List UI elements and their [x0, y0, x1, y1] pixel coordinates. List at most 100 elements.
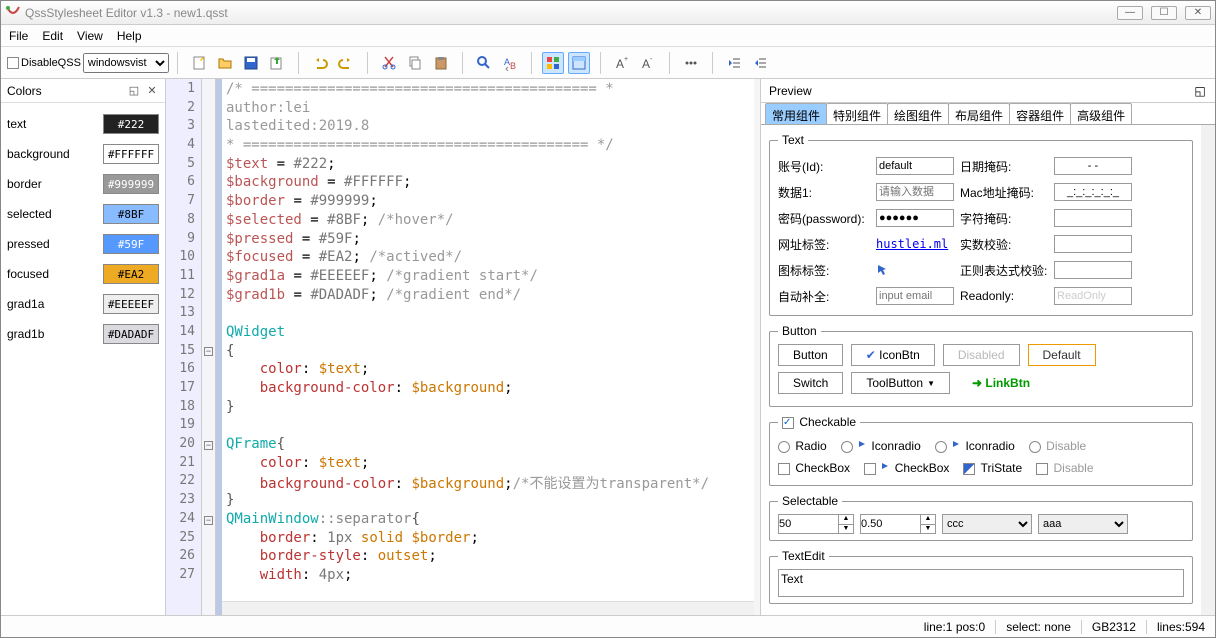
color-swatch[interactable]: #EEEEEF [103, 294, 159, 314]
find-icon[interactable] [473, 52, 495, 74]
spinbox-float[interactable]: ▲▼ [860, 514, 936, 534]
color-name: border [7, 177, 103, 191]
open-file-icon[interactable] [214, 52, 236, 74]
color-swatch[interactable]: #222 [103, 114, 159, 134]
window-title: QssStylesheet Editor v1.3 - new1.qsst [25, 6, 228, 20]
preview-tab[interactable]: 布局组件 [948, 103, 1010, 124]
color-swatch[interactable]: #999999 [103, 174, 159, 194]
float-icon[interactable]: ◱ [127, 84, 141, 98]
color-name: grad1b [7, 327, 103, 341]
svg-text:B: B [510, 61, 516, 71]
button-default[interactable]: Default [1028, 344, 1096, 366]
font-bigger-icon[interactable]: A+ [611, 52, 633, 74]
autocomplete-input[interactable] [876, 287, 954, 305]
redo-icon[interactable] [335, 52, 357, 74]
status-coding: GB2312 [1081, 620, 1146, 634]
code-editor[interactable]: 1234567891011121314151617181920212223242… [166, 79, 760, 615]
color-row: grad1a #EEEEEF [7, 289, 159, 319]
preview-toggle-icon[interactable] [568, 52, 590, 74]
combo-2[interactable]: aaa [1038, 514, 1128, 534]
copy-icon[interactable] [404, 52, 426, 74]
more-icon[interactable] [680, 52, 702, 74]
menu-help[interactable]: Help [117, 29, 142, 43]
checkbox-tristate [963, 463, 975, 475]
checkbox-1 [778, 463, 790, 475]
textedit-group: TextEdit Text [769, 549, 1193, 604]
status-bar: line:1 pos:0 select: none GB2312 lines:5… [1, 615, 1215, 637]
mac-input[interactable] [1054, 183, 1132, 201]
color-row: background #FFFFFF [7, 139, 159, 169]
cut-icon[interactable] [378, 52, 400, 74]
checkable-legend-checkbox [782, 417, 794, 429]
preview-float-icon[interactable]: ◱ [1193, 84, 1207, 98]
checkbox-disabled [1036, 463, 1048, 475]
char-mask-input[interactable] [1054, 209, 1132, 227]
menu-bar: File Edit View Help [1, 25, 1215, 47]
preview-tab[interactable]: 特别组件 [826, 103, 888, 124]
preview-tab[interactable]: 绘图组件 [887, 103, 949, 124]
readonly-label: Readonly: [960, 289, 1048, 303]
color-swatch[interactable]: #8BF [103, 204, 159, 224]
color-swatch[interactable]: #FFFFFF [103, 144, 159, 164]
new-file-icon[interactable] [188, 52, 210, 74]
horizontal-scrollbar[interactable] [222, 601, 754, 615]
preview-tab[interactable]: 容器组件 [1009, 103, 1071, 124]
button-icon[interactable]: ✔ IconBtn [851, 344, 935, 366]
minimize-button[interactable]: — [1117, 6, 1143, 20]
color-row: grad1b #DADADF [7, 319, 159, 349]
colors-panel: Colors ◱ ✕ text #222background #FFFFFFbo… [1, 79, 166, 615]
menu-edit[interactable]: Edit [42, 29, 63, 43]
export-icon[interactable] [266, 52, 288, 74]
style-combo[interactable]: windowsvist [83, 53, 169, 73]
text-edit[interactable]: Text [778, 569, 1184, 597]
svg-text:+: + [624, 56, 628, 63]
status-line-pos: line:1 pos:0 [914, 620, 995, 634]
text-group: Text 账号(Id): 日期掩码: 数据1: Mac地址掩码: [769, 133, 1193, 316]
date-mask-input[interactable] [1054, 157, 1132, 175]
button-normal[interactable]: Button [778, 344, 843, 366]
real-input[interactable] [1054, 235, 1132, 253]
preview-tab[interactable]: 高级组件 [1070, 103, 1132, 124]
id-input[interactable] [876, 157, 954, 175]
close-button[interactable]: ✕ [1185, 6, 1211, 20]
paste-icon[interactable] [430, 52, 452, 74]
color-palette-icon[interactable] [542, 52, 564, 74]
color-row: border #999999 [7, 169, 159, 199]
color-name: text [7, 117, 103, 131]
data1-label: 数据1: [778, 184, 870, 201]
spinbox-int[interactable]: ▲▼ [778, 514, 854, 534]
data1-input[interactable] [876, 183, 954, 201]
svg-text:A: A [642, 57, 650, 71]
maximize-button[interactable]: ☐ [1151, 6, 1177, 20]
close-panel-icon[interactable]: ✕ [145, 84, 159, 98]
preview-tab[interactable]: 常用组件 [765, 103, 827, 124]
font-smaller-icon[interactable]: A- [637, 52, 659, 74]
color-swatch[interactable]: #EA2 [103, 264, 159, 284]
date-mask-label: 日期掩码: [960, 158, 1048, 175]
code-area[interactable]: /* =====================================… [216, 79, 754, 615]
tool-button[interactable]: ToolButton [851, 372, 950, 394]
switch-button[interactable]: Switch [778, 372, 843, 394]
readonly-input [1054, 287, 1132, 305]
combo-1[interactable]: ccc [942, 514, 1032, 534]
url-link[interactable]: hustlei.ml [876, 237, 954, 251]
status-lines: lines:594 [1146, 620, 1215, 634]
menu-file[interactable]: File [9, 29, 28, 43]
regex-input[interactable] [1054, 261, 1132, 279]
save-icon[interactable] [240, 52, 262, 74]
colors-panel-title: Colors [7, 84, 123, 98]
password-input[interactable] [876, 209, 954, 227]
line-gutter: 1234567891011121314151617181920212223242… [166, 79, 202, 615]
radio-icon-1 [841, 441, 853, 453]
indent-icon[interactable] [749, 52, 771, 74]
disable-qss-checkbox[interactable] [7, 57, 19, 69]
link-button[interactable]: ➜ LinkBtn [958, 372, 1044, 394]
outdent-icon[interactable] [723, 52, 745, 74]
undo-icon[interactable] [309, 52, 331, 74]
menu-view[interactable]: View [77, 29, 103, 43]
replace-icon[interactable]: AB [499, 52, 521, 74]
cursor-icon [876, 263, 890, 277]
color-swatch[interactable]: #DADADF [103, 324, 159, 344]
color-swatch[interactable]: #59F [103, 234, 159, 254]
fold-strip[interactable]: −−− [202, 79, 216, 615]
